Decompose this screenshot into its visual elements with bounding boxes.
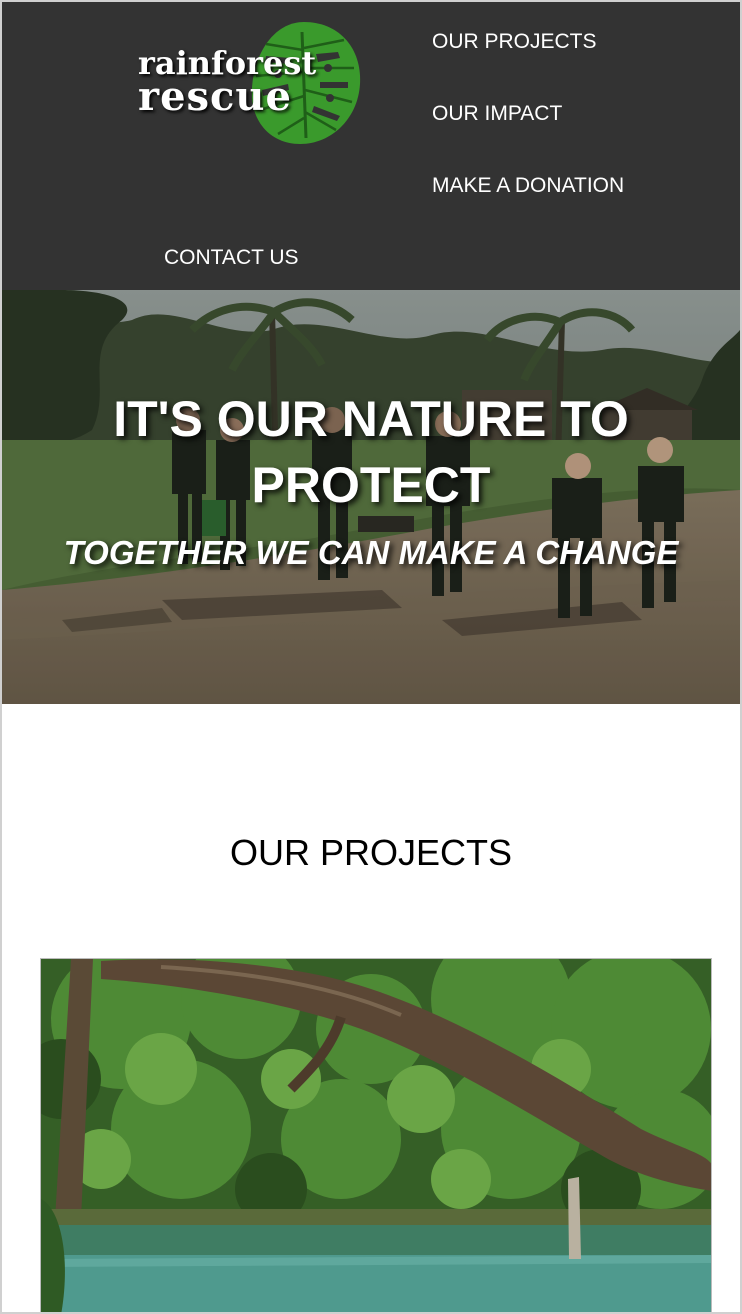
nav-our-projects[interactable]: OUR PROJECTS [432, 30, 597, 54]
project-photo-rainforest[interactable] [40, 958, 712, 1312]
rainforest-river-image [41, 959, 711, 1312]
logo-link[interactable]: rainforest rescue [132, 18, 372, 154]
logo-line2: rescue [138, 73, 292, 121]
hero-banner: IT'S OUR NATURE TO PROTECT TOGETHER WE C… [2, 290, 740, 704]
nav-our-impact[interactable]: OUR IMPACT [432, 102, 562, 126]
logo-wordmark: rainforest rescue [138, 47, 316, 121]
projects-heading: OUR PROJECTS [229, 832, 513, 873]
page: rainforest rescue OUR PROJECTS OUR IMPAC… [0, 0, 742, 1314]
nav-contact-us[interactable]: CONTACT US [164, 246, 299, 270]
nav-make-a-donation[interactable]: MAKE A DONATION [432, 174, 624, 198]
site-header: rainforest rescue OUR PROJECTS OUR IMPAC… [2, 2, 740, 290]
hero-subtitle: TOGETHER WE CAN MAKE A CHANGE [63, 534, 679, 571]
hero-title: IT'S OUR NATURE TO PROTECT [113, 391, 629, 513]
